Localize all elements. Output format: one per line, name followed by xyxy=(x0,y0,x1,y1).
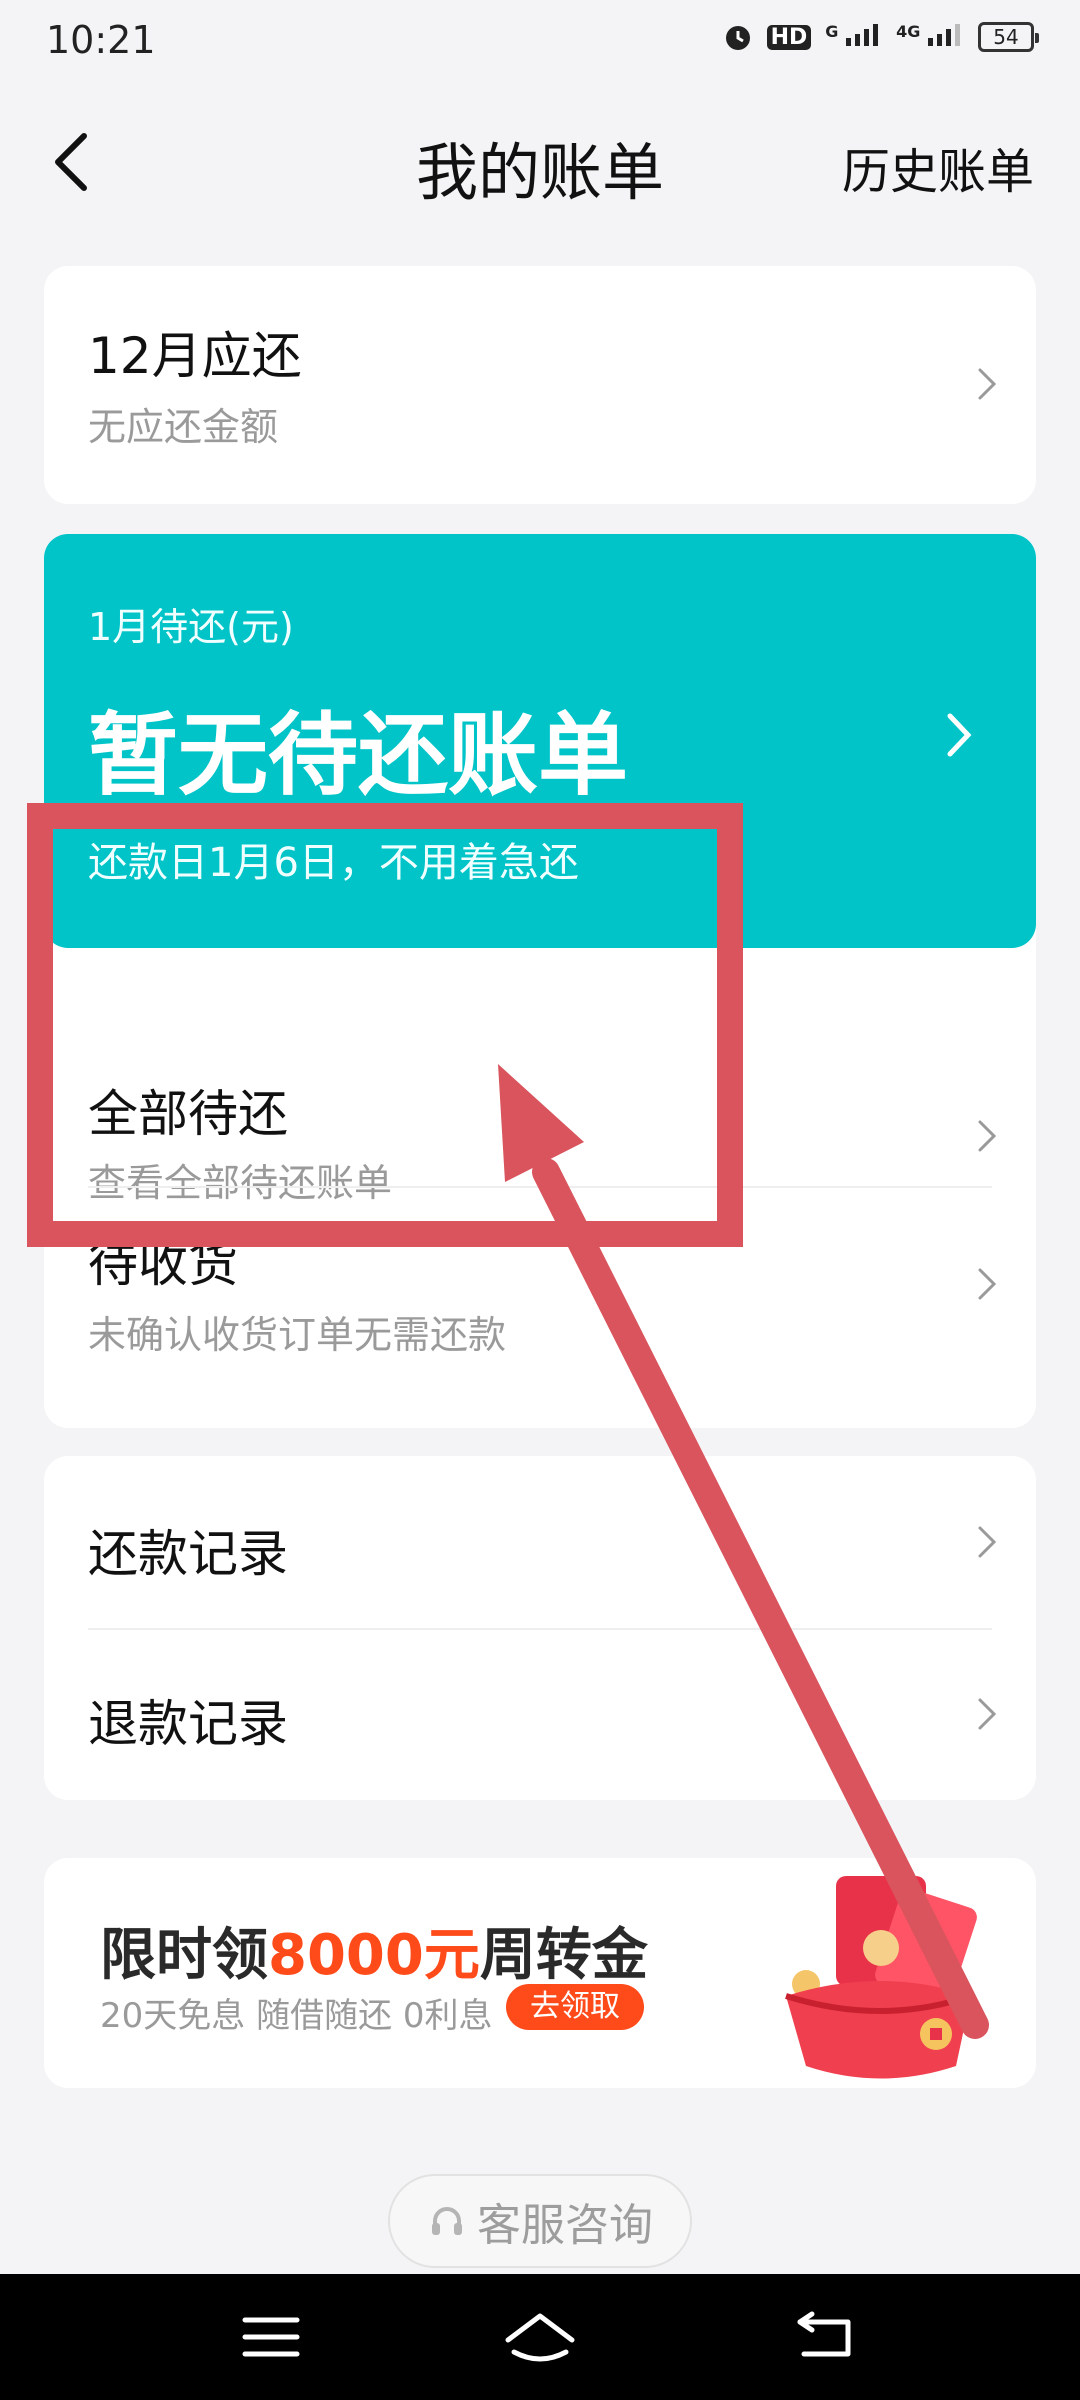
signal-4g-label: 4G xyxy=(896,22,921,41)
list-item-repayment-records[interactable]: 还款记录 xyxy=(44,1456,1036,1628)
list-item-title: 还款记录 xyxy=(88,1525,288,1583)
chevron-right-icon xyxy=(978,1526,997,1558)
signal-label: G xyxy=(825,22,839,41)
promo-title-prefix: 限时领 xyxy=(100,1923,268,1988)
pending-list-card: 全部待还 查看全部待还账单 待收货 未确认收货订单无需还款 xyxy=(44,880,1036,1428)
battery-icon: 54 xyxy=(978,22,1039,52)
chevron-right-icon xyxy=(978,1268,997,1300)
promo-title: 限时领8000元周转金 xyxy=(100,1910,648,1991)
list-item-subtitle: 未确认收货订单无需还款 xyxy=(88,1313,507,1357)
menu-icon[interactable] xyxy=(231,2302,311,2372)
chevron-right-icon xyxy=(978,1120,997,1152)
status-time: 10:21 xyxy=(46,18,156,62)
system-nav-bar xyxy=(0,2274,1080,2400)
records-list-card: 还款记录 退款记录 xyxy=(44,1456,1036,1800)
chevron-right-icon xyxy=(947,713,972,757)
list-item-refund-records[interactable]: 退款记录 xyxy=(44,1630,1036,1800)
list-item-title: 全部待还 xyxy=(88,1085,288,1143)
back-nav-icon[interactable] xyxy=(784,2302,864,2372)
chevron-right-icon xyxy=(978,368,997,400)
status-bar: 10:21 HD G 4G 54 xyxy=(0,0,1080,80)
promo-banner[interactable]: 限时领8000元周转金 20天免息 随借随还 0利息 去领取 xyxy=(44,1858,1036,2088)
repayment-date-note: 还款日1月6日，不用着急还 xyxy=(88,840,579,886)
current-due-card[interactable]: 12月应还 无应还金额 xyxy=(44,266,1036,504)
status-icons: HD G 4G 54 xyxy=(723,22,1039,52)
claim-button[interactable]: 去领取 xyxy=(506,1984,644,2030)
hd-icon: HD xyxy=(766,24,812,50)
signal-icon: G xyxy=(825,22,882,52)
headset-icon xyxy=(432,2207,462,2235)
promo-amount: 8000元 xyxy=(268,1923,480,1988)
promo-subtitle: 20天免息 随借随还 0利息 xyxy=(100,1996,493,2036)
promo-title-suffix: 周转金 xyxy=(479,1923,648,1988)
list-item-awaiting-receipt[interactable]: 待收货 未确认收货订单无需还款 xyxy=(44,1188,1036,1428)
list-item-title: 待收货 xyxy=(88,1235,238,1293)
customer-service-button[interactable]: 客服咨询 xyxy=(388,2174,692,2268)
upcoming-label: 1月待还(元) xyxy=(88,605,294,649)
history-bills-link[interactable]: 历史账单 xyxy=(842,132,1034,202)
red-envelope-gift-icon xyxy=(785,1876,977,2079)
current-due-title: 12月应还 xyxy=(88,327,302,385)
customer-service-label: 客服咨询 xyxy=(477,2200,653,2251)
list-item-title: 退款记录 xyxy=(88,1695,288,1753)
list-item-all-pending[interactable]: 全部待还 查看全部待还账单 xyxy=(44,948,1036,1205)
chevron-right-icon xyxy=(978,1698,997,1730)
header: 我的账单 历史账单 xyxy=(0,100,1080,220)
signal-4g-icon: 4G xyxy=(896,22,964,52)
upcoming-status: 暂无待还账单 xyxy=(88,703,628,808)
upcoming-bill-card[interactable]: 1月待还(元) 暂无待还账单 还款日1月6日，不用着急还 xyxy=(44,534,1036,948)
alarm-icon xyxy=(725,26,750,50)
home-icon[interactable] xyxy=(500,2302,580,2372)
current-due-subtitle: 无应还金额 xyxy=(88,405,279,449)
